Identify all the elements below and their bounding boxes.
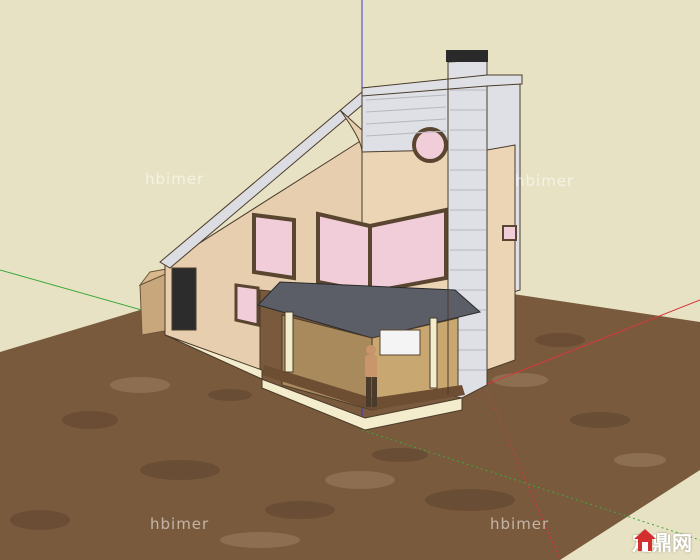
model-canvas[interactable] <box>0 0 700 560</box>
watermark-1: hbimer <box>145 170 205 188</box>
upper-left-window <box>252 212 296 281</box>
porch-glass <box>379 329 421 356</box>
watermark-2: hbimer <box>515 172 575 190</box>
round-window <box>412 127 448 163</box>
sketchup-viewport[interactable]: hbimer hbimer hbimer hbimer 定鼎网 <box>0 0 700 560</box>
watermark-4: hbimer <box>490 515 550 533</box>
chimney-cap <box>446 50 488 62</box>
house-right-lower <box>486 144 516 371</box>
porch-post-left <box>284 311 294 373</box>
house-logo-icon <box>634 529 656 551</box>
bay-window-right <box>368 207 448 295</box>
porch-post-right <box>429 317 438 389</box>
watermark-3: hbimer <box>150 515 210 533</box>
brand-logo: 定鼎网 <box>632 527 692 556</box>
bay-window-left <box>316 211 372 295</box>
left-door <box>171 267 197 331</box>
left-lower-window <box>234 283 260 327</box>
right-small-window <box>502 225 517 241</box>
